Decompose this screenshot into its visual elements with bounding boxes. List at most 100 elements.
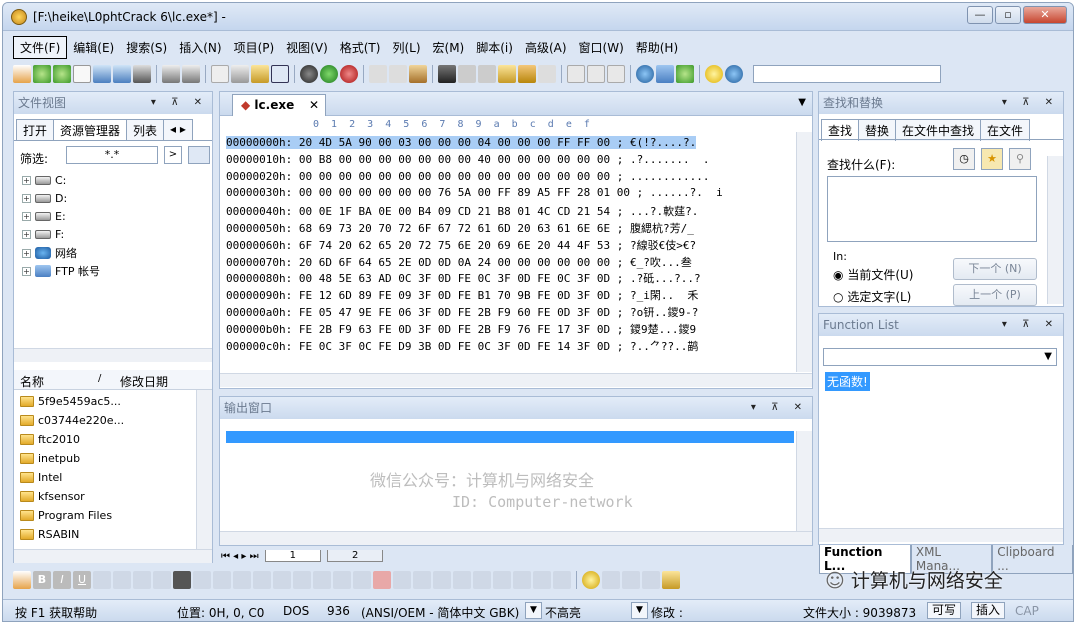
browser-preview-icon[interactable] — [642, 571, 660, 589]
table-col-icon[interactable] — [133, 571, 151, 589]
editor-hscroll[interactable] — [220, 373, 812, 387]
hr-icon[interactable] — [273, 571, 291, 589]
favorite-button[interactable]: ★ — [981, 148, 1003, 170]
list-vscroll[interactable] — [196, 390, 212, 550]
panel-controls[interactable]: ▾ ⊼ ✕ — [1002, 314, 1059, 336]
find-in-files-icon[interactable] — [518, 65, 536, 83]
table-icon[interactable] — [93, 571, 111, 589]
menu-macro[interactable]: 宏(M) — [427, 37, 471, 58]
hex-bytes[interactable]: 00 00 00 00 00 00 00 00 00 00 00 00 00 0… — [299, 170, 624, 183]
filter-input[interactable]: *.* — [66, 146, 158, 164]
sheet-tab-1[interactable]: 1 — [264, 550, 321, 562]
tab-replace-in-files[interactable]: 在文件 — [980, 119, 1031, 141]
hex-ascii[interactable]: ............ — [630, 170, 709, 183]
expand-icon[interactable]: + — [22, 212, 31, 221]
hex-ascii[interactable]: ...?.軟莛?. — [630, 205, 698, 218]
hex-row[interactable]: 00000070h: 20 6D 6F 64 65 2E 0D 0D 0A 24… — [226, 254, 692, 270]
menu-edit[interactable]: 编辑(E) — [67, 37, 120, 58]
tab-replace[interactable]: 替换 — [858, 119, 897, 141]
paragraph-icon[interactable] — [193, 571, 211, 589]
option-selection[interactable]: ○ 选定文字(L) — [833, 288, 911, 305]
expand-icon[interactable]: + — [22, 248, 31, 258]
hex-ascii[interactable]: ?..⺈??..鹋 — [630, 340, 698, 353]
expand-icon[interactable]: + — [22, 176, 31, 185]
output-vscroll[interactable] — [796, 431, 812, 531]
hex-row[interactable]: 00000080h: 00 48 5E 63 AD 0C 3F 0D FE 0C… — [226, 270, 701, 286]
output-hscroll[interactable] — [220, 531, 812, 545]
circle-icon[interactable] — [582, 571, 600, 589]
record-icon[interactable] — [300, 65, 318, 83]
pen-icon[interactable] — [662, 571, 680, 589]
tree-ftp[interactable]: + FTP 帐号 — [22, 263, 100, 279]
clock-button[interactable]: ◷ — [953, 148, 975, 170]
hex-row[interactable]: 00000000h: 20 4D 5A 90 00 03 00 00 00 04… — [226, 136, 697, 149]
checkbox-icon[interactable] — [373, 571, 391, 589]
tree-network[interactable]: + 网络 — [22, 245, 77, 261]
list-item[interactable]: 5f9e5459ac5... — [20, 395, 121, 408]
bold-icon[interactable]: B — [33, 571, 51, 589]
find-prev-button[interactable]: 上一个 (P) — [953, 284, 1037, 306]
menu-format[interactable]: 格式(T) — [334, 37, 387, 58]
comment-icon[interactable] — [533, 571, 551, 589]
cut-icon[interactable] — [369, 65, 387, 83]
validate-icon[interactable] — [622, 571, 640, 589]
list-item[interactable]: RSABIN — [20, 528, 79, 541]
output-selected-line[interactable] — [226, 431, 794, 443]
print-preview-icon[interactable] — [182, 65, 200, 83]
expand-icon[interactable]: + — [22, 230, 31, 239]
menu-project[interactable]: 项目(P) — [228, 37, 281, 58]
button-icon[interactable] — [353, 571, 371, 589]
form-icon[interactable] — [293, 571, 311, 589]
tree-hscroll[interactable] — [14, 348, 212, 362]
page-setup-icon[interactable] — [211, 65, 229, 83]
save-all-icon[interactable] — [133, 65, 151, 83]
split-icon[interactable] — [587, 65, 605, 83]
hex-row[interactable]: 00000050h: 68 69 73 20 70 72 6F 67 72 61… — [226, 220, 694, 236]
column-modified[interactable]: 修改日期 — [120, 373, 168, 390]
editor-vscroll[interactable] — [796, 132, 812, 372]
sheet-nav-icon[interactable]: ⏮ ◂ ▸ ⏭ — [221, 551, 259, 562]
tab-open[interactable]: 打开 — [16, 119, 55, 141]
hex-ascii[interactable]: ?線驳€伎>€? — [630, 239, 696, 252]
list-icon[interactable] — [607, 65, 625, 83]
wrap-icon[interactable] — [567, 65, 585, 83]
find-what-input[interactable] — [827, 176, 1037, 242]
anchor-icon[interactable] — [473, 571, 491, 589]
html-toolbar-icon[interactable] — [13, 571, 31, 589]
hex-bytes[interactable]: FE 05 47 9E FE 06 3F 0D FE 2B F9 60 FE 0… — [299, 306, 624, 319]
menu-advanced[interactable]: 高级(A) — [519, 37, 573, 58]
hex-ascii[interactable]: 腹緦杭?芳/_ — [630, 222, 694, 235]
column-icon[interactable] — [251, 65, 269, 83]
toolbar-search-field[interactable] — [753, 65, 941, 83]
list-item[interactable]: inetpub — [20, 452, 80, 465]
menu-script[interactable]: 脚本(i) — [470, 37, 519, 58]
tree-drive-d[interactable]: + D: — [22, 192, 67, 205]
hex-bytes[interactable]: 20 4D 5A 90 00 03 00 00 00 04 00 00 00 F… — [299, 136, 624, 149]
radio-tool-icon[interactable] — [413, 571, 431, 589]
hex-row[interactable]: 00000020h: 00 00 00 00 00 00 00 00 00 00… — [226, 170, 709, 183]
radio-checked-icon[interactable]: ◉ — [833, 268, 843, 282]
ftp-icon[interactable] — [656, 65, 674, 83]
list-item[interactable]: ftc2010 — [20, 433, 80, 446]
hex-row[interactable]: 00000060h: 6F 74 20 62 65 20 72 75 6E 20… — [226, 237, 696, 253]
hex-row[interactable]: 000000b0h: FE 2B F9 63 FE 0D 3F 0D FE 2B… — [226, 321, 696, 337]
find-prev-icon[interactable] — [478, 65, 496, 83]
close-button[interactable]: ✕ — [1023, 6, 1067, 24]
function-filter-select[interactable]: ▼ — [823, 348, 1057, 366]
document-icon[interactable] — [73, 65, 91, 83]
menu-search[interactable]: 搜索(S) — [120, 37, 173, 58]
heading1-icon[interactable] — [213, 571, 231, 589]
browser-icon[interactable] — [636, 65, 654, 83]
expand-icon[interactable]: + — [22, 194, 31, 203]
hex-row[interactable]: 000000a0h: FE 05 47 9E FE 06 3F 0D FE 2B… — [226, 304, 698, 320]
column-name[interactable]: 名称 — [20, 373, 44, 390]
hex-row[interactable]: 00000040h: 00 0E 1F BA 0E 00 B4 09 CD 21… — [226, 203, 698, 219]
list-item[interactable]: Program Files — [20, 509, 112, 522]
hex-mode-icon[interactable] — [271, 65, 289, 83]
status-highlight[interactable]: 不高亮 — [545, 604, 581, 621]
hex-ascii[interactable]: ?_i閑.. 禾 — [630, 289, 698, 302]
hex-ascii[interactable]: €(!?....?. — [630, 136, 696, 149]
hex-row[interactable]: 000000c0h: FE 0C 3F 0C FE D9 3B 0D FE 0C… — [226, 338, 698, 354]
menu-view[interactable]: 视图(V) — [280, 37, 334, 58]
encoding-dropdown-icon[interactable]: ▼ — [525, 602, 542, 619]
